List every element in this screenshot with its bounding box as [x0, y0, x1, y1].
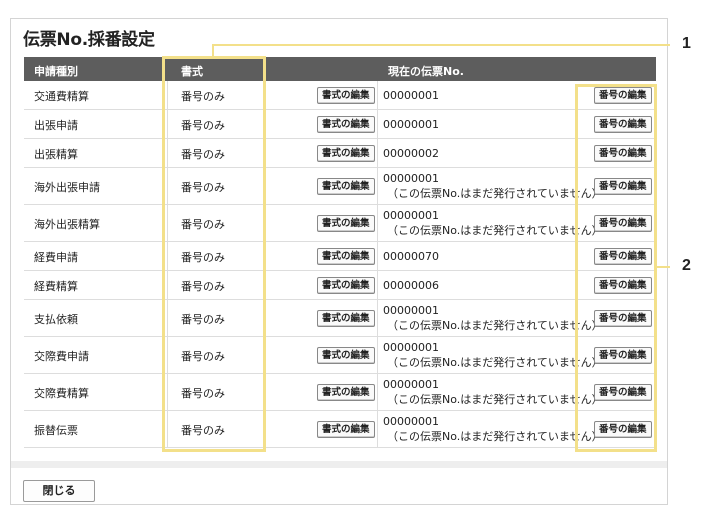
- current-number: 00000006: [383, 278, 439, 293]
- column-divider: [377, 168, 378, 204]
- request-type: 支払依頼: [34, 313, 78, 326]
- number-value: 00000006: [383, 279, 439, 292]
- current-number: 00000001 （この伝票No.はまだ発行されていません）: [383, 171, 603, 201]
- format-edit-button[interactable]: 書式の編集: [317, 277, 375, 294]
- table-row: 振替伝票 番号のみ 書式の編集 00000001 （この伝票No.はまだ発行され…: [24, 411, 656, 448]
- column-divider: [377, 110, 378, 138]
- column-divider: [377, 411, 378, 447]
- current-number: 00000001 （この伝票No.はまだ発行されていません）: [383, 377, 603, 407]
- request-type: 出張申請: [34, 119, 78, 132]
- request-type: 振替伝票: [34, 424, 78, 437]
- format-edit-button[interactable]: 書式の編集: [317, 421, 375, 438]
- current-number: 00000002: [383, 146, 439, 161]
- table-row: 出張精算 番号のみ 書式の編集 00000002 番号の編集: [24, 139, 656, 168]
- callout-1-line: [213, 44, 670, 46]
- table-row: 経費精算 番号のみ 書式の編集 00000006 番号の編集: [24, 271, 656, 300]
- number-value: 00000001: [383, 172, 439, 185]
- table-row: 支払依頼 番号のみ 書式の編集 00000001 （この伝票No.はまだ発行され…: [24, 300, 656, 337]
- number-value: 00000001: [383, 209, 439, 222]
- format-edit-button[interactable]: 書式の編集: [317, 87, 375, 104]
- format-edit-button[interactable]: 書式の編集: [317, 145, 375, 162]
- column-divider: [377, 139, 378, 167]
- current-number: 00000001 （この伝票No.はまだ発行されていません）: [383, 303, 603, 333]
- callout-1-stem: [212, 44, 214, 57]
- request-type: 海外出張精算: [34, 218, 100, 231]
- not-issued-note: （この伝票No.はまだ発行されていません）: [387, 430, 603, 443]
- number-edit-column-highlight: [575, 84, 657, 452]
- numbering-table: 申請種別 書式 現在の伝票No. 交通費精算 番号のみ 書式の編集 000000…: [24, 57, 656, 448]
- header-type: 申請種別: [34, 65, 78, 78]
- table-header: 申請種別 書式 現在の伝票No.: [24, 57, 656, 81]
- request-type: 出張精算: [34, 148, 78, 161]
- number-value: 00000001: [383, 415, 439, 428]
- format-edit-button[interactable]: 書式の編集: [317, 384, 375, 401]
- settings-panel: 伝票No.採番設定 申請種別 書式 現在の伝票No. 交通費精算 番号のみ 書式…: [10, 18, 668, 471]
- footer-band: [10, 468, 668, 505]
- current-number: 00000001: [383, 88, 439, 103]
- number-value: 00000002: [383, 147, 439, 160]
- not-issued-note: （この伝票No.はまだ発行されていません）: [387, 356, 603, 369]
- table-row: 経費申請 番号のみ 書式の編集 00000070 番号の編集: [24, 242, 656, 271]
- column-divider: [377, 205, 378, 241]
- not-issued-note: （この伝票No.はまだ発行されていません）: [387, 224, 603, 237]
- format-edit-button[interactable]: 書式の編集: [317, 248, 375, 265]
- format-edit-button[interactable]: 書式の編集: [317, 347, 375, 364]
- request-type: 経費精算: [34, 280, 78, 293]
- column-divider: [377, 242, 378, 270]
- callout-2-line: [657, 266, 670, 268]
- format-edit-button[interactable]: 書式の編集: [317, 215, 375, 232]
- header-current-number: 現在の伝票No.: [388, 65, 464, 78]
- page-title: 伝票No.採番設定: [23, 30, 155, 50]
- request-type: 交際費精算: [34, 387, 89, 400]
- number-value: 00000001: [383, 304, 439, 317]
- current-number: 00000001: [383, 117, 439, 132]
- not-issued-note: （この伝票No.はまだ発行されていません）: [387, 393, 603, 406]
- current-number: 00000001 （この伝票No.はまだ発行されていません）: [383, 340, 603, 370]
- format-edit-button[interactable]: 書式の編集: [317, 116, 375, 133]
- request-type: 経費申請: [34, 251, 78, 264]
- not-issued-note: （この伝票No.はまだ発行されていません）: [387, 187, 603, 200]
- column-divider: [377, 271, 378, 299]
- format-edit-button[interactable]: 書式の編集: [317, 310, 375, 327]
- table-row: 交際費精算 番号のみ 書式の編集 00000001 （この伝票No.はまだ発行さ…: [24, 374, 656, 411]
- column-divider: [377, 81, 378, 109]
- table-row: 交通費精算 番号のみ 書式の編集 00000001 番号の編集: [24, 81, 656, 110]
- number-value: 00000001: [383, 378, 439, 391]
- number-value: 00000001: [383, 341, 439, 354]
- number-value: 00000001: [383, 118, 439, 131]
- current-number: 00000001 （この伝票No.はまだ発行されていません）: [383, 208, 603, 238]
- column-divider: [377, 374, 378, 410]
- table-row: 交際費申請 番号のみ 書式の編集 00000001 （この伝票No.はまだ発行さ…: [24, 337, 656, 374]
- not-issued-note: （この伝票No.はまだ発行されていません）: [387, 319, 603, 332]
- table-body: 交通費精算 番号のみ 書式の編集 00000001 番号の編集 出張申請 番号の…: [24, 81, 656, 448]
- current-number: 00000070: [383, 249, 439, 264]
- callout-2: 2: [682, 257, 691, 274]
- format-column-highlight: [162, 56, 266, 452]
- format-edit-button[interactable]: 書式の編集: [317, 178, 375, 195]
- table-row: 海外出張精算 番号のみ 書式の編集 00000001 （この伝票No.はまだ発行…: [24, 205, 656, 242]
- callout-1: 1: [682, 35, 691, 52]
- table-row: 出張申請 番号のみ 書式の編集 00000001 番号の編集: [24, 110, 656, 139]
- column-divider: [377, 337, 378, 373]
- request-type: 交際費申請: [34, 350, 89, 363]
- number-value: 00000001: [383, 89, 439, 102]
- number-value: 00000070: [383, 250, 439, 263]
- close-button[interactable]: 閉じる: [23, 480, 95, 502]
- current-number: 00000001 （この伝票No.はまだ発行されていません）: [383, 414, 603, 444]
- table-row: 海外出張申請 番号のみ 書式の編集 00000001 （この伝票No.はまだ発行…: [24, 168, 656, 205]
- column-divider: [377, 300, 378, 336]
- request-type: 交通費精算: [34, 90, 89, 103]
- request-type: 海外出張申請: [34, 181, 100, 194]
